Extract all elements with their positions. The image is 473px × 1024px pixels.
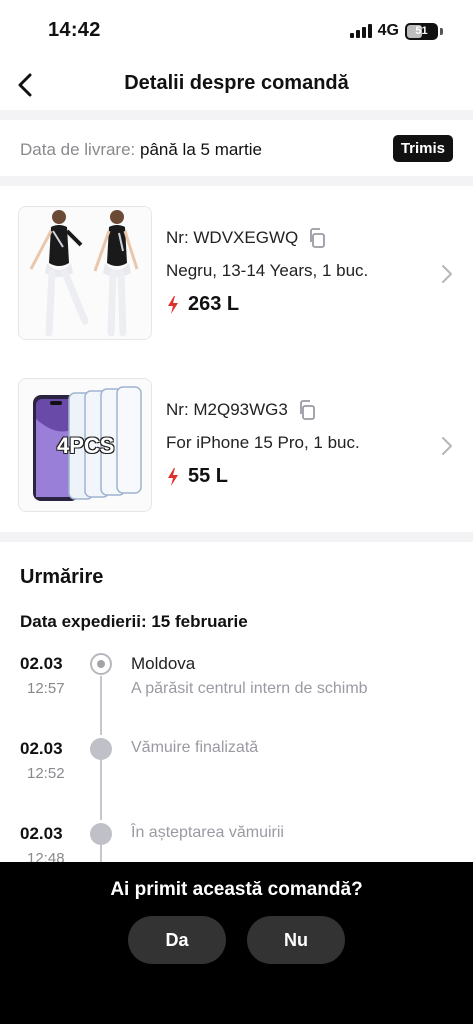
status-time: 14:42 xyxy=(48,19,101,41)
timeline-event: 02.03 12:52 Vămuire finalizată xyxy=(0,735,473,815)
product-variant: For iPhone 15 Pro, 1 buc. xyxy=(166,433,360,452)
copy-icon[interactable] xyxy=(298,400,316,420)
header: Detalii despre comandă xyxy=(0,58,473,110)
confirm-question: Ai primit această comandă? xyxy=(110,879,363,900)
timeline-dot-current xyxy=(90,653,112,675)
chevron-right-icon xyxy=(442,265,452,283)
tracking-title: Urmărire xyxy=(20,566,104,588)
skating-dress-image xyxy=(19,207,151,339)
product-info: Nr: M2Q93WG3 For iPhone 15 Pro, 1 buc. 5… xyxy=(166,400,360,488)
battery-level: 51 xyxy=(415,25,428,37)
tracking-timeline: 02.03 12:57 Moldova A părăsit centrul in… xyxy=(0,650,473,862)
product-variant: Negru, 13-14 Years, 1 buc. xyxy=(166,261,369,280)
chevron-right-icon xyxy=(442,437,452,455)
event-date: 02.03 xyxy=(20,739,63,758)
order-number: Nr: WDVXEGWQ xyxy=(166,228,299,247)
product-item[interactable]: 4PCS Nr: M2Q93WG3 For iPhone 15 Pro, 1 b… xyxy=(0,378,473,514)
timeline-event: 02.03 12:57 Moldova A părăsit centrul in… xyxy=(0,650,473,730)
event-description: În așteptarea vămuirii xyxy=(131,824,284,841)
image-badge-text: 4PCS xyxy=(57,433,115,458)
order-number-line: Nr: WDVXEGWQ xyxy=(166,228,368,248)
divider xyxy=(0,176,473,186)
delivery-date: până la 5 martie xyxy=(140,140,262,159)
event-description: Vămuire finalizată xyxy=(131,739,259,756)
no-button[interactable]: Nu xyxy=(247,916,345,964)
price-line: 55 L xyxy=(166,465,360,488)
divider xyxy=(0,532,473,542)
order-number-line: Nr: M2Q93WG3 xyxy=(166,400,360,420)
timeline-dot xyxy=(90,738,112,760)
timeline-dot xyxy=(90,823,112,845)
event-location: Moldova xyxy=(131,654,196,673)
confirm-received-sheet: Ai primit această comandă? Da Nu xyxy=(0,862,473,1024)
delivery-info: Data de livrare: până la 5 martie xyxy=(20,140,262,160)
copy-icon[interactable] xyxy=(308,228,326,248)
product-price: 55 L xyxy=(188,465,229,487)
timeline-event: 02.03 12:48 În așteptarea vămuirii xyxy=(0,820,473,862)
order-number: Nr: M2Q93WG3 xyxy=(166,400,288,419)
status-badge: Trimis xyxy=(392,135,453,162)
status-indicators: 4G 51 xyxy=(349,22,443,40)
battery-icon: 51 xyxy=(405,22,438,40)
status-bar: 14:42 4G 51 xyxy=(0,0,473,58)
event-date: 02.03 xyxy=(20,654,63,673)
page-title: Detalii despre comandă xyxy=(124,72,349,94)
product-image: 4PCS xyxy=(18,378,152,512)
ship-date: Data expedierii: 15 februarie xyxy=(20,612,248,631)
event-date: 02.03 xyxy=(20,824,63,843)
event-time: 12:57 xyxy=(27,680,65,697)
network-type: 4G xyxy=(377,22,399,39)
yes-button[interactable]: Da xyxy=(128,916,226,964)
delivery-row: Data de livrare: până la 5 martie Trimis xyxy=(0,122,473,176)
price-line: 263 L xyxy=(166,293,368,316)
event-time: 12:48 xyxy=(27,850,65,862)
lightning-icon xyxy=(168,295,178,314)
lightning-icon xyxy=(168,467,178,486)
battery-cap xyxy=(440,27,443,35)
event-description: A părăsit centrul intern de schimb xyxy=(131,680,368,697)
product-price: 263 L xyxy=(188,293,240,315)
divider xyxy=(0,110,473,120)
product-item[interactable]: Nr: WDVXEGWQ Negru, 13-14 Years, 1 buc. … xyxy=(0,206,473,342)
signal-icon xyxy=(349,24,372,38)
event-time: 12:52 xyxy=(27,765,65,782)
product-image xyxy=(18,206,152,340)
product-info: Nr: WDVXEGWQ Negru, 13-14 Years, 1 buc. … xyxy=(166,228,368,316)
delivery-label: Data de livrare: xyxy=(20,140,136,159)
